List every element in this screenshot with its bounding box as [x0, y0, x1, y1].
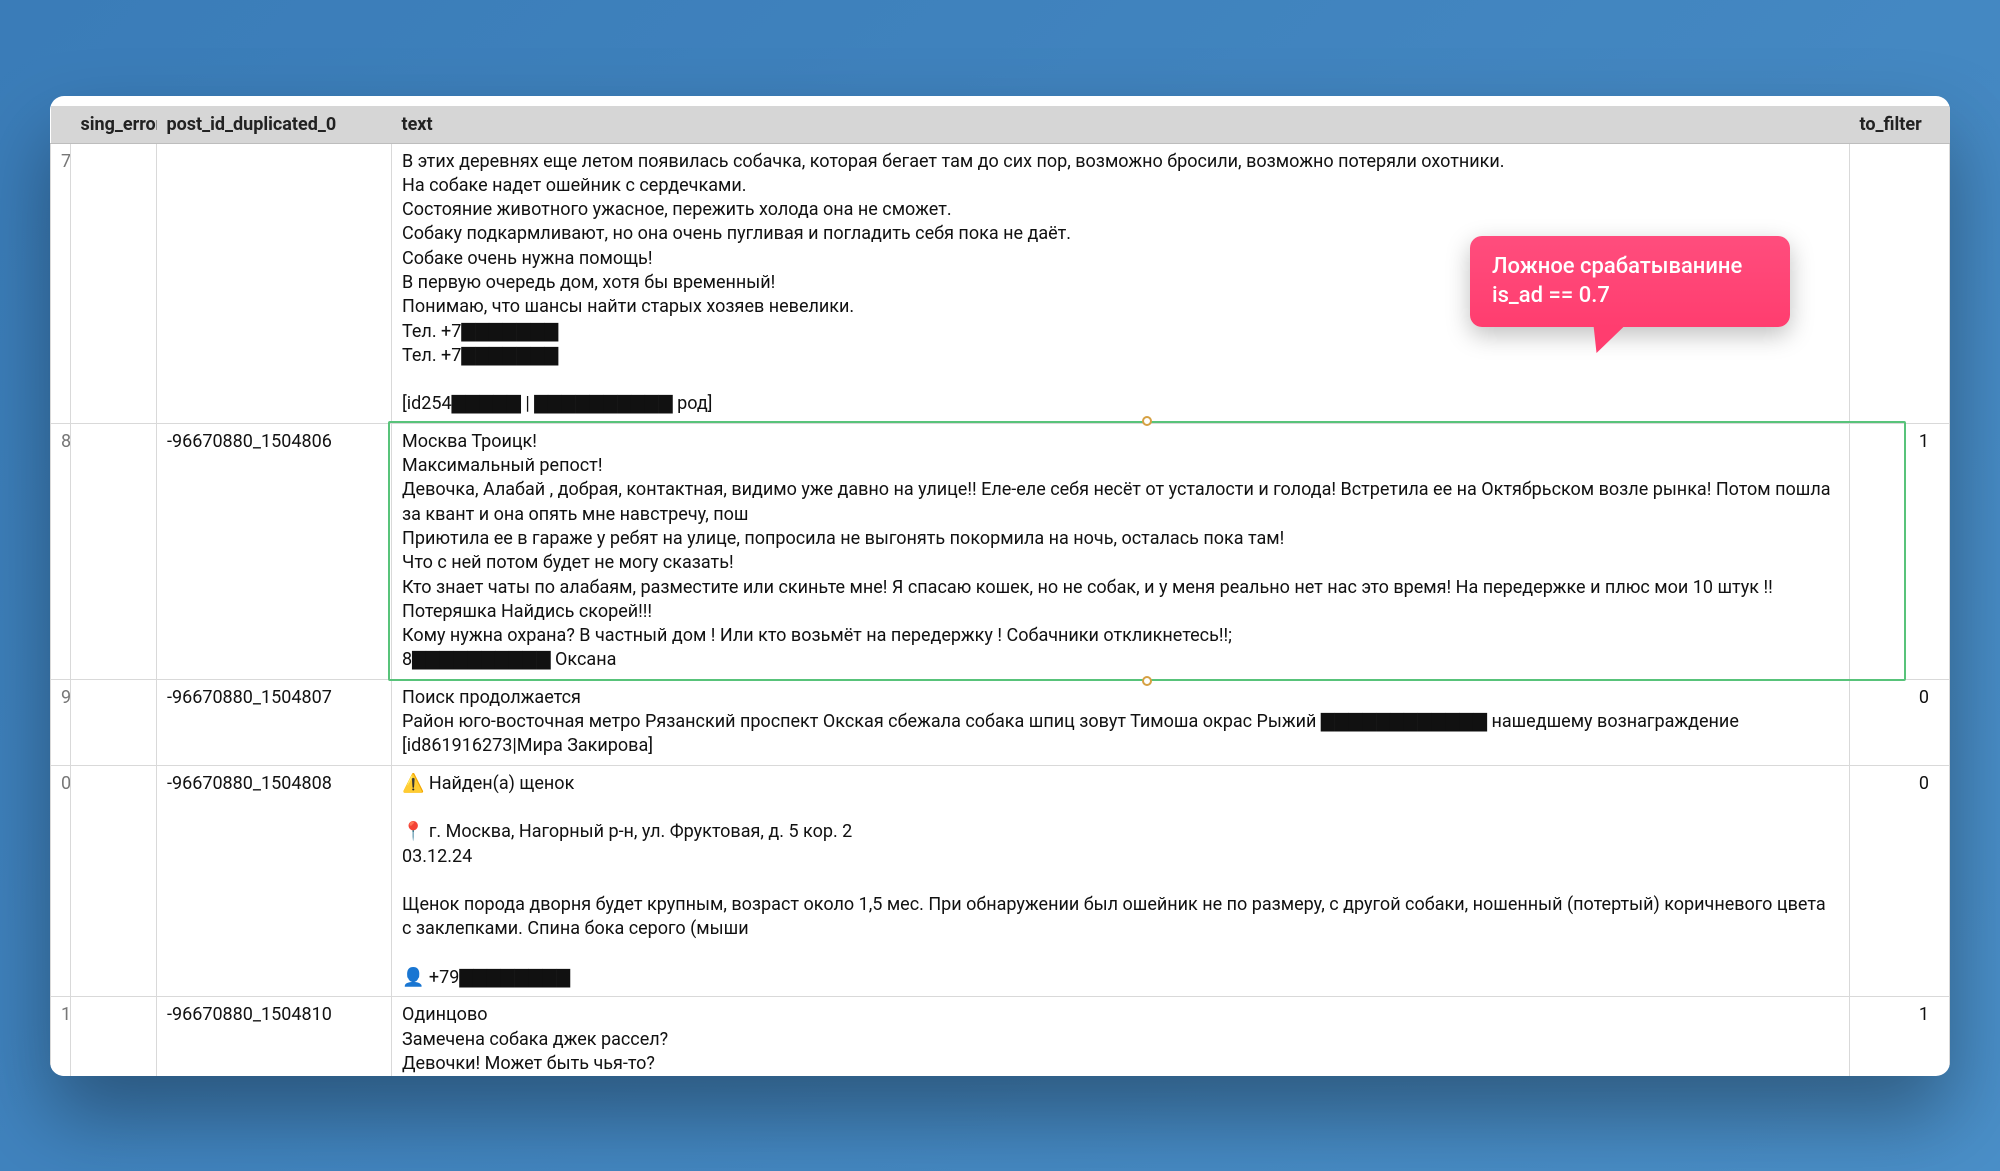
row-index: 0	[51, 765, 71, 997]
cell-sing-error[interactable]	[71, 423, 157, 679]
cell-to-filter[interactable]: 0	[1850, 765, 1950, 997]
cell-text[interactable]: Москва Троицк! Максимальный репост! Дево…	[392, 423, 1850, 679]
cell-to-filter[interactable]	[1850, 143, 1950, 423]
selection-handle-bottom[interactable]	[1142, 676, 1152, 686]
cell-text[interactable]: Одинцово Замечена собака джек рассел? Де…	[392, 997, 1850, 1076]
row-index: 8	[51, 423, 71, 679]
callout-line1: Ложное срабатыванине	[1492, 252, 1768, 282]
cell-sing-error[interactable]	[71, 679, 157, 765]
th-text[interactable]: text	[392, 106, 1850, 144]
row-index: 1	[51, 997, 71, 1076]
window-frame: sing_error post_id_duplicated_0 text to_…	[50, 96, 1950, 1076]
annotation-callout: Ложное срабатыванине is_ad == 0.7	[1470, 236, 1790, 327]
cell-to-filter[interactable]: 1	[1850, 423, 1950, 679]
cell-sing-error[interactable]	[71, 765, 157, 997]
cell-sing-error[interactable]	[71, 143, 157, 423]
window-content: sing_error post_id_duplicated_0 text to_…	[50, 106, 1950, 1076]
cell-post-id[interactable]: -96670880_1504807	[157, 679, 392, 765]
cell-post-id[interactable]	[157, 143, 392, 423]
cell-post-id[interactable]: -96670880_1504810	[157, 997, 392, 1076]
th-post-id[interactable]: post_id_duplicated_0	[157, 106, 392, 144]
row-index: 7	[51, 143, 71, 423]
callout-line2: is_ad == 0.7	[1492, 281, 1768, 311]
cell-post-id[interactable]: -96670880_1504808	[157, 765, 392, 997]
selection-handle-top[interactable]	[1142, 416, 1152, 426]
th-to-filter[interactable]: to_filter	[1850, 106, 1950, 144]
th-index	[51, 106, 71, 144]
cell-text[interactable]: ⚠️ Найден(а) щенок 📍 г. Москва, Нагорный…	[392, 765, 1850, 997]
table-row[interactable]: 8 -96670880_1504806Москва Троицк! Максима…	[51, 423, 1950, 679]
table-row[interactable]: 1 -96670880_1504810Одинцово Замечена соба…	[51, 997, 1950, 1076]
table-header-row: sing_error post_id_duplicated_0 text to_…	[51, 106, 1950, 144]
cell-text[interactable]: Поиск продолжается Район юго-восточная м…	[392, 679, 1850, 765]
cell-sing-error[interactable]	[71, 997, 157, 1076]
row-index: 9	[51, 679, 71, 765]
th-sing-error[interactable]: sing_error	[71, 106, 157, 144]
table-row[interactable]: 0 -96670880_1504808⚠️ Найден(а) щенок 📍 г…	[51, 765, 1950, 997]
cell-post-id[interactable]: -96670880_1504806	[157, 423, 392, 679]
table-row[interactable]: 9 -96670880_1504807Поиск продолжается Рай…	[51, 679, 1950, 765]
cell-to-filter[interactable]: 1	[1850, 997, 1950, 1076]
cell-to-filter[interactable]: 0	[1850, 679, 1950, 765]
